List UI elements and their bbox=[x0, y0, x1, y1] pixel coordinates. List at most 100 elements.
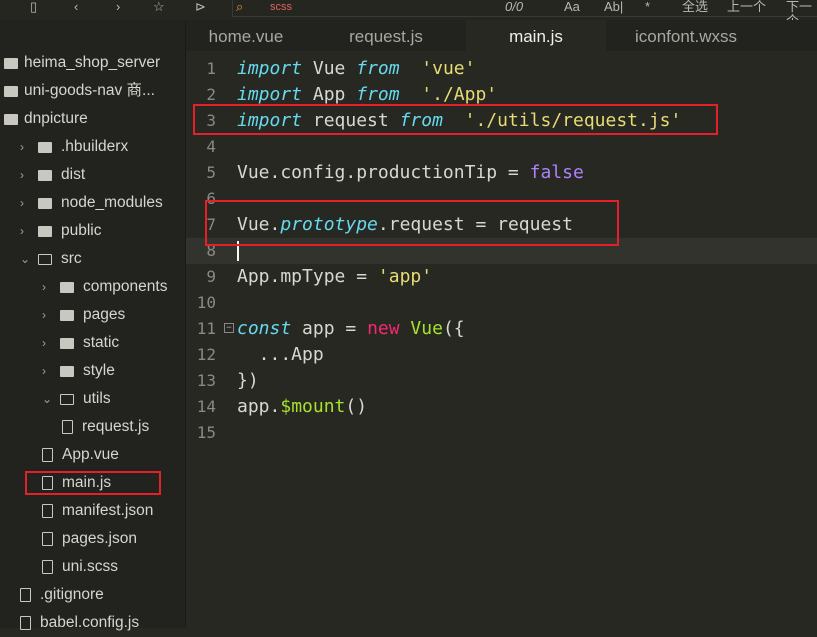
code-token: ...App bbox=[237, 344, 324, 365]
code-line[interactable]: 13}) bbox=[186, 368, 817, 394]
run-icon[interactable]: ⊳ bbox=[195, 0, 206, 14]
code-token: App.mpType = bbox=[237, 266, 378, 287]
code-line[interactable]: 5 Vue.config.productionTip = false bbox=[186, 160, 817, 186]
sidebar-item-label: heima_shop_server bbox=[24, 54, 161, 71]
code-token: }) bbox=[237, 370, 259, 391]
chevron-down-icon[interactable]: ⌄ bbox=[20, 245, 30, 273]
file-icon[interactable]: ▯ bbox=[30, 0, 37, 14]
case-button[interactable]: Aa bbox=[564, 0, 580, 14]
project-icon bbox=[4, 86, 18, 97]
chevron-right-icon[interactable]: › bbox=[42, 357, 46, 385]
code-token: const bbox=[237, 318, 292, 339]
code-line[interactable]: 12 ...App bbox=[186, 342, 817, 368]
prev-button[interactable]: 上一个 bbox=[727, 0, 766, 14]
code-token: 'vue' bbox=[410, 58, 476, 79]
star-icon[interactable]: ☆ bbox=[153, 0, 165, 14]
code-text: ...App bbox=[237, 342, 324, 368]
sidebar-item-label: .hbuilderx bbox=[61, 138, 129, 155]
sidebar-item-label: utils bbox=[83, 390, 111, 407]
folder-icon bbox=[60, 310, 74, 321]
code-token: ({ bbox=[442, 318, 465, 339]
word-button[interactable]: Ab| bbox=[604, 0, 623, 14]
tab-main-js[interactable]: main.js bbox=[466, 20, 606, 51]
code-text: App.mpType = 'app' bbox=[237, 264, 432, 290]
line-number: 1 bbox=[206, 59, 216, 78]
folder-icon bbox=[38, 170, 52, 181]
folder-icon bbox=[38, 254, 52, 265]
tab-request-js[interactable]: request.js bbox=[306, 20, 466, 51]
sidebar-item-label: pages.json bbox=[62, 530, 137, 547]
line-number: 15 bbox=[196, 423, 216, 442]
sidebar-item-label: static bbox=[83, 334, 120, 351]
highlight-box-line-3 bbox=[193, 104, 718, 135]
file-icon bbox=[42, 532, 53, 546]
sidebar-item-label: .gitignore bbox=[40, 586, 104, 603]
match-count: 0/0 bbox=[505, 0, 524, 14]
project-sidebar: heima_shop_server uni-goods-nav 商... dnpic… bbox=[0, 20, 186, 631]
sidebar-item-label: manifest.json bbox=[62, 502, 154, 519]
code-token: new bbox=[367, 318, 400, 339]
folder-icon bbox=[60, 338, 74, 349]
folder-icon bbox=[38, 198, 52, 209]
toolbar: ▯ ‹ › ☆ ⊳ ⌕ scss 0/0 Aa Ab| * 全选 上一个 下一个 bbox=[0, 0, 817, 28]
sidebar-item-label: style bbox=[83, 362, 115, 379]
search-icon: ⌕ bbox=[236, 0, 244, 14]
project-icon bbox=[4, 114, 18, 125]
line-number: 14 bbox=[196, 397, 216, 416]
line-number: 11 bbox=[196, 319, 216, 338]
chevron-right-icon[interactable]: › bbox=[42, 329, 46, 357]
sidebar-item-label: pages bbox=[83, 306, 126, 323]
fold-icon[interactable]: − bbox=[224, 323, 234, 333]
sidebar-item-label: src bbox=[61, 250, 82, 267]
sidebar-item-label: node_modules bbox=[61, 194, 163, 211]
folder-icon bbox=[60, 282, 74, 293]
folder-icon bbox=[60, 394, 74, 405]
code-line[interactable]: 4 bbox=[186, 134, 817, 160]
tab-home-vue[interactable]: home.vue bbox=[186, 20, 306, 51]
code-token: 'app' bbox=[377, 266, 433, 287]
regex-icon[interactable]: * bbox=[645, 0, 650, 14]
code-token: App bbox=[312, 84, 357, 105]
code-line[interactable]: 15 bbox=[186, 420, 817, 446]
code-editor[interactable]: 1 import Vue from 'vue' 2 import App from '… bbox=[186, 51, 817, 628]
sidebar-item-label: babel.config.js bbox=[40, 614, 140, 631]
line-number: 4 bbox=[206, 137, 216, 156]
chevron-right-icon[interactable]: › bbox=[42, 273, 46, 301]
code-line[interactable]: 10 bbox=[186, 290, 817, 316]
tab-iconfont-wxss[interactable]: iconfont.wxss bbox=[606, 20, 766, 51]
chevron-right-icon[interactable]: › bbox=[42, 301, 46, 329]
file-icon bbox=[42, 560, 53, 574]
tab-bar: home.vue request.js main.js iconfont.wxss bbox=[186, 20, 817, 51]
file-icon bbox=[20, 588, 31, 602]
sidebar-item-label: uni-goods-nav 商... bbox=[24, 82, 155, 99]
code-line[interactable]: 1 import Vue from 'vue' bbox=[186, 56, 817, 82]
chevron-right-icon[interactable]: › bbox=[20, 217, 24, 245]
code-line[interactable]: 9 App.mpType = 'app' bbox=[186, 264, 817, 290]
chevron-down-icon[interactable]: ⌄ bbox=[42, 385, 52, 413]
back-icon[interactable]: ‹ bbox=[74, 0, 78, 14]
code-line[interactable]: 11− const app = new Vue({ bbox=[186, 316, 817, 342]
code-line[interactable]: 14 app.$mount() bbox=[186, 394, 817, 420]
code-token: Vue bbox=[312, 58, 357, 79]
select-all-button[interactable]: 全选 bbox=[682, 0, 708, 14]
highlight-box-line-7 bbox=[205, 200, 619, 246]
code-token: Vue.config.productionTip = bbox=[237, 162, 530, 183]
highlight-box-main-js bbox=[25, 471, 161, 495]
project-icon bbox=[4, 58, 18, 69]
code-token: app. bbox=[237, 396, 281, 417]
chevron-right-icon[interactable]: › bbox=[20, 189, 24, 217]
line-number: 12 bbox=[196, 345, 216, 364]
search-input[interactable]: scss bbox=[270, 0, 292, 14]
code-token: false bbox=[529, 162, 584, 183]
folder-icon bbox=[60, 366, 74, 377]
sidebar-item-label: dnpicture bbox=[24, 110, 88, 127]
forward-icon[interactable]: › bbox=[116, 0, 120, 14]
chevron-right-icon[interactable]: › bbox=[20, 133, 24, 161]
code-token: app = bbox=[302, 318, 368, 339]
code-token: from bbox=[356, 58, 400, 79]
chevron-right-icon[interactable]: › bbox=[20, 161, 24, 189]
line-number: 9 bbox=[206, 267, 216, 286]
code-text: const app = new Vue({ bbox=[237, 316, 465, 342]
sidebar-item-label: App.vue bbox=[62, 446, 119, 463]
code-token: './App' bbox=[410, 84, 498, 105]
